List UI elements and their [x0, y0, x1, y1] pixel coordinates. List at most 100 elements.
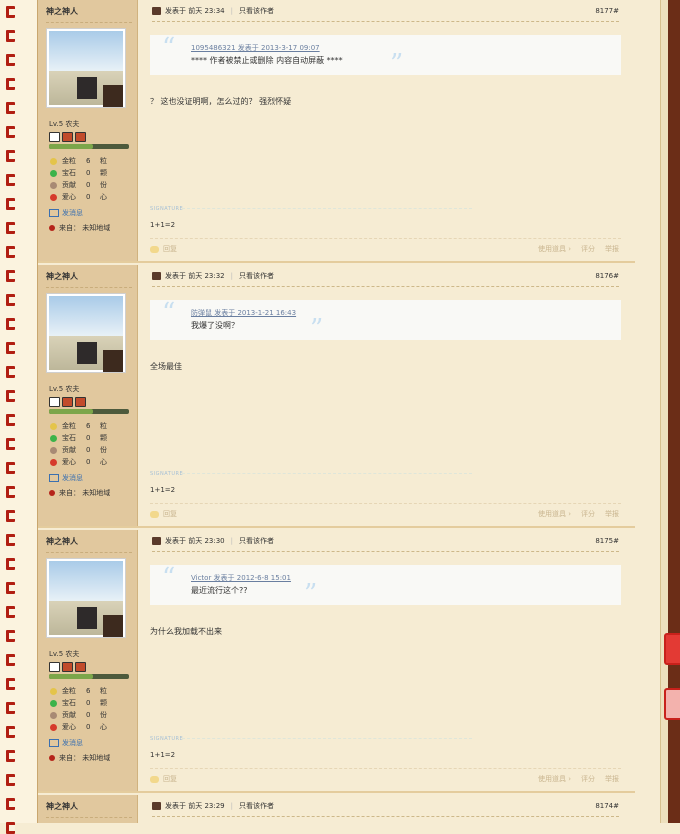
post-footer: 回复 使用道具 › 评分 举报 — [150, 774, 619, 784]
reply-label: 回复 — [163, 510, 177, 518]
send-message-link[interactable]: 发消息 — [49, 208, 83, 218]
floor-number[interactable]: 8175# — [595, 537, 619, 545]
rate-button[interactable]: 评分 — [581, 509, 595, 519]
heart-icon — [50, 458, 57, 466]
post-actions: 使用道具 › 评分 举报 — [538, 774, 619, 784]
stat-label: 贡献 — [62, 711, 76, 719]
location: 来自： 未知地域 — [49, 488, 110, 498]
post-icon — [152, 7, 161, 15]
border-tick — [6, 438, 15, 450]
medal-icon[interactable] — [75, 662, 86, 672]
quote-author-link[interactable]: 防弹鼠 发表于 2013-1-21 16:43 — [191, 308, 296, 318]
signature-label: SIGNATURE — [150, 206, 184, 212]
stat-unit: 心 — [100, 458, 107, 466]
stat-unit: 份 — [100, 446, 107, 454]
separator: | — [230, 802, 233, 810]
post-1: 神之神人 Lv.5 农夫 金粒 6 粒 宝石 0 颗 贡献 0 份 爱心 0 心 发消息 来自：… — [38, 265, 635, 528]
author-sidebar: 神之神人 — [38, 795, 138, 823]
divider — [46, 287, 132, 288]
border-tick — [6, 462, 15, 474]
post-icon — [152, 272, 161, 280]
stat-unit: 心 — [100, 723, 107, 731]
rate-button[interactable]: 评分 — [581, 244, 595, 254]
border-tick — [6, 270, 15, 282]
only-author-link[interactable]: 只看该作者 — [239, 271, 274, 281]
medal-icon[interactable] — [62, 662, 73, 672]
medal-icon[interactable] — [62, 132, 73, 142]
location-pin-icon — [49, 755, 55, 761]
stat-label: 贡献 — [62, 446, 76, 454]
user-stats: 金粒 6 粒 宝石 0 颗 贡献 0 份 爱心 0 心 — [50, 685, 107, 733]
username[interactable]: 神之神人 — [46, 271, 78, 282]
floor-number[interactable]: 8177# — [595, 7, 619, 15]
send-message-link[interactable]: 发消息 — [49, 473, 83, 483]
side-tab-1[interactable] — [664, 633, 680, 665]
border-tick — [6, 126, 15, 138]
level-progress-fill — [49, 144, 93, 149]
user-level: Lv.5 农夫 — [49, 120, 80, 128]
border-tick — [6, 150, 15, 162]
medal-icon[interactable] — [49, 662, 60, 672]
floor-number[interactable]: 8174# — [595, 802, 619, 810]
floor-number[interactable]: 8176# — [595, 272, 619, 280]
quote-text: **** 作者被禁止或删除 内容自动屏蔽 **** — [191, 56, 343, 65]
report-button[interactable]: 举报 — [605, 774, 619, 784]
username[interactable]: 神之神人 — [46, 6, 78, 17]
stat-value: 6 — [86, 422, 91, 430]
rate-button[interactable]: 评分 — [581, 774, 595, 784]
footer-divider — [150, 768, 621, 769]
send-message-link[interactable]: 发消息 — [49, 738, 83, 748]
use-item-button[interactable]: 使用道具 › — [538, 774, 571, 784]
medal-icon[interactable] — [49, 397, 60, 407]
gem-icon — [50, 434, 57, 442]
envelope-icon — [49, 209, 59, 217]
quote-text: 我爆了没啊？ — [191, 321, 239, 330]
quote-author-link[interactable]: Victor 发表于 2012-6-8 15:01 — [191, 573, 291, 583]
level-progress-bar — [49, 674, 129, 679]
use-item-button[interactable]: 使用道具 › — [538, 509, 571, 519]
stat-value: 0 — [86, 458, 91, 466]
avatar[interactable] — [46, 28, 126, 108]
post-time: 发表于 前天 23:30 — [165, 537, 225, 545]
medal-icon[interactable] — [75, 397, 86, 407]
location-label: 来自： 未知地域 — [59, 754, 111, 762]
divider — [46, 817, 132, 818]
avatar[interactable] — [46, 558, 126, 638]
border-tick — [6, 414, 15, 426]
only-author-link[interactable]: 只看该作者 — [239, 801, 274, 811]
reply-button[interactable]: 回复 — [150, 774, 177, 784]
stat-unit: 颗 — [100, 699, 107, 707]
close-quote-icon: ” — [304, 579, 318, 609]
close-quote-icon: ” — [390, 49, 404, 79]
only-author-link[interactable]: 只看该作者 — [239, 536, 274, 546]
side-tab-2[interactable] — [664, 688, 680, 720]
report-button[interactable]: 举报 — [605, 244, 619, 254]
avatar[interactable] — [46, 293, 126, 373]
only-author-link[interactable]: 只看该作者 — [239, 6, 274, 16]
username[interactable]: 神之神人 — [46, 801, 78, 812]
reply-button[interactable]: 回复 — [150, 244, 177, 254]
user-stats: 金粒 6 粒 宝石 0 颗 贡献 0 份 爱心 0 心 — [50, 420, 107, 468]
stat-label: 宝石 — [62, 434, 76, 442]
post-header: 发表于 前天 23:29 | 只看该作者 8174# — [152, 800, 619, 812]
post-icon — [152, 802, 161, 810]
stat-unit: 颗 — [100, 434, 107, 442]
username[interactable]: 神之神人 — [46, 536, 78, 547]
border-tick — [6, 798, 15, 810]
border-tick — [6, 78, 15, 90]
reply-button[interactable]: 回复 — [150, 509, 177, 519]
report-button[interactable]: 举报 — [605, 509, 619, 519]
border-tick — [6, 486, 15, 498]
border-tick — [6, 342, 15, 354]
stat-value: 0 — [86, 699, 91, 707]
medal-icon[interactable] — [49, 132, 60, 142]
contribution-icon — [50, 446, 57, 454]
medal-icon[interactable] — [75, 132, 86, 142]
stat-unit: 颗 — [100, 169, 107, 177]
author-sidebar: 神之神人 Lv.5 农夫 金粒 6 粒 宝石 0 颗 贡献 0 份 爱心 0 心 发消息 来自：… — [38, 265, 138, 528]
border-tick — [6, 198, 15, 210]
medal-icon[interactable] — [62, 397, 73, 407]
border-tick — [6, 246, 15, 258]
use-item-button[interactable]: 使用道具 › — [538, 244, 571, 254]
quote-author-link[interactable]: 1095486321 发表于 2013-3-17 09:07 — [191, 43, 320, 53]
